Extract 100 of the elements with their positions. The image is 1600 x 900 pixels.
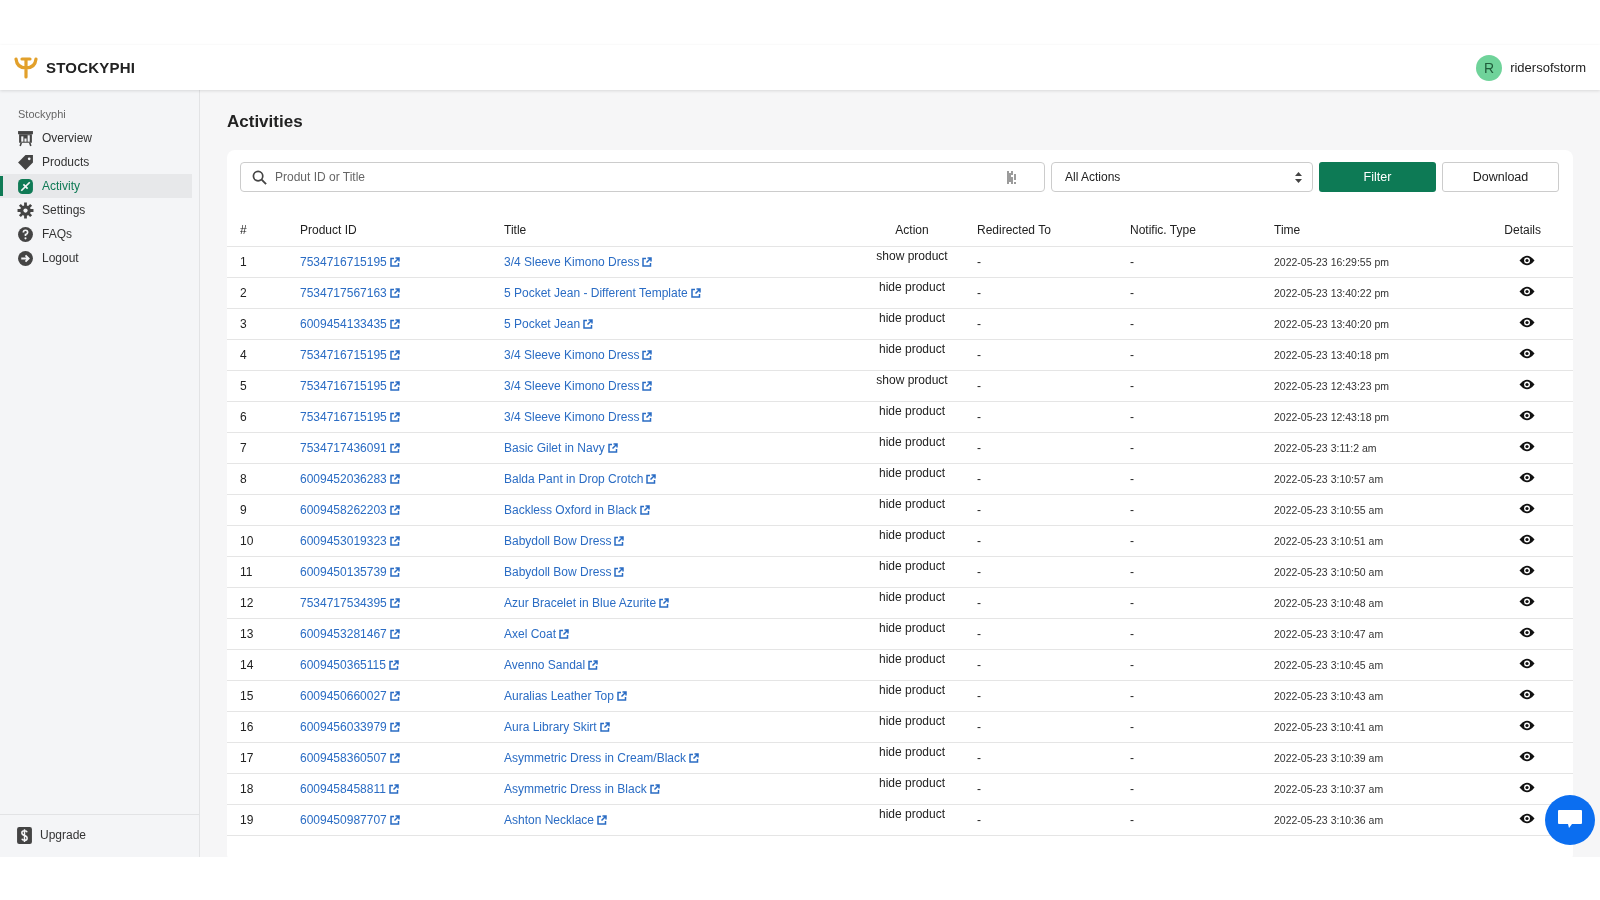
product-id-link[interactable]: 6009452036283: [300, 472, 400, 486]
eye-icon[interactable]: [1518, 441, 1535, 452]
product-id-link[interactable]: 7534717436091: [300, 441, 400, 455]
eye-icon[interactable]: [1518, 782, 1535, 793]
product-id-link[interactable]: 7534716715195: [300, 255, 400, 269]
product-title-link[interactable]: Balda Pant in Drop Crotch: [504, 472, 657, 486]
user-name[interactable]: ridersofstorm: [1510, 60, 1586, 75]
time-cell: 2022-05-23 3:10:43 am: [1274, 690, 1384, 702]
product-id-link[interactable]: 7534717534395: [300, 596, 400, 610]
eye-icon[interactable]: [1518, 689, 1535, 700]
product-title-link[interactable]: Avenno Sandal: [504, 658, 599, 672]
sidebar-item[interactable]: Overview: [0, 126, 192, 150]
eye-icon[interactable]: [1518, 565, 1535, 576]
action-select[interactable]: All Actions: [1051, 162, 1313, 192]
product-title-link[interactable]: Auralias Leather Top: [504, 689, 627, 703]
product-title-link[interactable]: Backless Oxford in Black: [504, 503, 650, 517]
product-id-link[interactable]: 6009450987707: [300, 813, 400, 827]
time-cell: 2022-05-23 3:10:57 am: [1274, 473, 1384, 485]
action-text: hide product: [878, 621, 945, 635]
table-cell: -: [1130, 534, 1134, 548]
product-title-link[interactable]: 5 Pocket Jean: [504, 317, 594, 331]
eye-icon[interactable]: [1518, 596, 1535, 607]
external-link-icon: [388, 660, 399, 670]
product-title-link[interactable]: Aura Library Skirt: [504, 720, 610, 734]
eye-icon[interactable]: [1518, 751, 1535, 762]
product-id-link[interactable]: 6009450365115: [300, 658, 399, 672]
product-id-link[interactable]: 6009450135739: [300, 565, 400, 579]
time-cell: 2022-05-23 3:10:47 am: [1274, 628, 1384, 640]
page-title: Activities: [227, 112, 304, 132]
product-title-link[interactable]: 3/4 Sleeve Kimono Dress: [504, 255, 653, 269]
filter-button[interactable]: Filter: [1319, 162, 1436, 192]
product-id-link[interactable]: 6009458458811: [300, 782, 399, 796]
table-cell: -: [1130, 658, 1134, 672]
product-title-link[interactable]: 5 Pocket Jean - Different Template: [504, 286, 701, 300]
product-title-link[interactable]: Babydoll Bow Dress: [504, 565, 625, 579]
chart-board-icon: [17, 129, 34, 147]
sidebar-item[interactable]: Settings: [0, 198, 192, 222]
time-cell: 2022-05-23 3:10:39 am: [1274, 752, 1384, 764]
product-id-link[interactable]: 7534716715195: [300, 348, 400, 362]
external-link-icon: [389, 319, 400, 329]
product-id-link[interactable]: 7534717567163: [300, 286, 400, 300]
eye-icon[interactable]: [1518, 286, 1535, 297]
sidebar-item[interactable]: FAQs: [0, 222, 192, 246]
download-button[interactable]: Download: [1441, 162, 1559, 192]
sidebar-section-label: Stockyphi: [17, 108, 67, 122]
product-title-link[interactable]: Azur Bracelet in Blue Azurite: [504, 596, 670, 610]
eye-icon[interactable]: [1518, 255, 1535, 266]
table-cell: -: [1130, 441, 1134, 455]
product-id-link[interactable]: 6009458360507: [300, 751, 400, 765]
eye-icon[interactable]: [1518, 410, 1535, 421]
table-cell: -: [1130, 255, 1134, 269]
sidebar-item[interactable]: Products: [0, 150, 192, 174]
eye-icon[interactable]: [1518, 720, 1535, 731]
product-id-link[interactable]: 6009453281467: [300, 627, 400, 641]
product-id-link[interactable]: 6009454133435: [300, 317, 400, 331]
external-link-icon: [389, 257, 400, 267]
eye-icon[interactable]: [1518, 658, 1535, 669]
product-id-link[interactable]: 7534716715195: [300, 379, 400, 393]
table-cell: -: [1130, 782, 1134, 796]
eye-icon[interactable]: [1518, 317, 1535, 328]
logo-icon: [14, 56, 38, 79]
product-id-link[interactable]: 6009458262203: [300, 503, 400, 517]
action-text: hide product: [878, 311, 945, 325]
column-header: Details: [1504, 223, 1541, 237]
product-title-link[interactable]: Axel Coat: [504, 627, 570, 641]
product-title-link[interactable]: Asymmetric Dress in Black: [504, 782, 660, 796]
time-cell: 2022-05-23 12:43:23 pm: [1274, 380, 1389, 392]
time-cell: 2022-05-23 13:40:22 pm: [1274, 287, 1389, 299]
table-cell: -: [1130, 720, 1134, 734]
avatar[interactable]: R: [1476, 54, 1503, 81]
product-title-link[interactable]: 3/4 Sleeve Kimono Dress: [504, 410, 653, 424]
search-field[interactable]: Produt ID or Title: [240, 162, 1045, 192]
external-link-icon: [389, 412, 400, 422]
eye-icon[interactable]: [1518, 348, 1535, 359]
product-title-link[interactable]: 3/4 Sleeve Kimono Dress: [504, 348, 653, 362]
eye-icon[interactable]: [1518, 379, 1535, 390]
sidebar-item[interactable]: Activity: [0, 174, 192, 198]
product-title-link[interactable]: Ashton Necklace: [504, 813, 608, 827]
eye-icon[interactable]: [1518, 534, 1535, 545]
eye-icon[interactable]: [1518, 627, 1535, 638]
upgrade-link[interactable]: Upgrade: [0, 814, 199, 857]
product-title-link[interactable]: Basic Gilet in Navy: [504, 441, 618, 455]
product-title-link[interactable]: Babydoll Bow Dress: [504, 534, 625, 548]
external-link-icon: [389, 288, 400, 298]
sidebar-item[interactable]: Logout: [0, 246, 192, 270]
eye-icon[interactable]: [1518, 813, 1535, 824]
action-text: show product: [876, 249, 948, 263]
product-id-link[interactable]: 6009453019323: [300, 534, 400, 548]
brand-name: STOCKYPHI: [46, 59, 136, 76]
action-text: hide product: [878, 683, 945, 697]
dollar-icon: [17, 826, 32, 844]
product-title-link[interactable]: Asymmetric Dress in Cream/Black: [504, 751, 700, 765]
product-id-link[interactable]: 6009456033979: [300, 720, 400, 734]
product-id-link[interactable]: 6009450660027: [300, 689, 400, 703]
table-cell: -: [977, 379, 981, 393]
eye-icon[interactable]: [1518, 472, 1535, 483]
eye-icon[interactable]: [1518, 503, 1535, 514]
row-number: 10: [240, 534, 254, 548]
product-id-link[interactable]: 7534716715195: [300, 410, 400, 424]
product-title-link[interactable]: 3/4 Sleeve Kimono Dress: [504, 379, 653, 393]
